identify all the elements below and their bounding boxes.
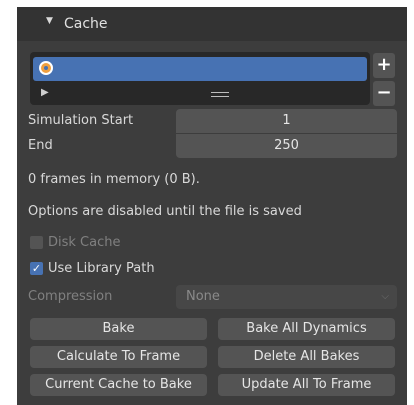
delete-all-bakes-button[interactable]: Delete All Bakes bbox=[218, 346, 395, 368]
use-library-path-label: Use Library Path bbox=[48, 261, 155, 276]
simulation-start-field[interactable]: 1 bbox=[176, 109, 397, 133]
compression-dropdown[interactable]: None ⌵ bbox=[176, 285, 397, 309]
resize-grip-icon[interactable] bbox=[211, 92, 229, 97]
cache-list[interactable]: ▶ bbox=[30, 52, 370, 105]
play-triangle-icon[interactable]: ▶ bbox=[41, 87, 49, 98]
bake-button[interactable]: Bake bbox=[30, 318, 207, 340]
compression-label: Compression bbox=[28, 289, 113, 304]
calculate-to-frame-button[interactable]: Calculate To Frame bbox=[30, 346, 207, 368]
panel-title: Cache bbox=[64, 16, 108, 32]
point-cache-icon bbox=[39, 61, 53, 75]
frames-in-memory-text: 0 frames in memory (0 B). bbox=[28, 172, 200, 187]
simulation-end-field[interactable]: 250 bbox=[176, 134, 397, 158]
options-disabled-text: Options are disabled until the file is s… bbox=[28, 204, 302, 219]
cache-list-item-selected[interactable] bbox=[33, 57, 367, 81]
disclosure-triangle-icon[interactable]: ▼ bbox=[46, 16, 53, 26]
simulation-start-label: Simulation Start bbox=[28, 113, 134, 128]
use-library-path-checkbox[interactable]: ✓ bbox=[30, 262, 43, 275]
disk-cache-label: Disk Cache bbox=[48, 235, 121, 250]
bake-all-dynamics-button[interactable]: Bake All Dynamics bbox=[218, 318, 395, 340]
disk-cache-checkbox[interactable] bbox=[30, 236, 43, 249]
add-cache-button[interactable]: + bbox=[373, 53, 395, 78]
compression-value: None bbox=[186, 289, 220, 304]
chevron-down-icon: ⌵ bbox=[381, 291, 389, 302]
update-all-to-frame-button[interactable]: Update All To Frame bbox=[218, 374, 395, 396]
panel-header[interactable]: ▼ Cache bbox=[17, 7, 407, 41]
simulation-end-label: End bbox=[28, 138, 53, 153]
remove-cache-button[interactable]: − bbox=[373, 81, 395, 106]
cache-panel: ▼ Cache ▶ + − Simulation Start 1 End 250… bbox=[17, 7, 407, 405]
current-cache-to-bake-button[interactable]: Current Cache to Bake bbox=[30, 374, 207, 396]
